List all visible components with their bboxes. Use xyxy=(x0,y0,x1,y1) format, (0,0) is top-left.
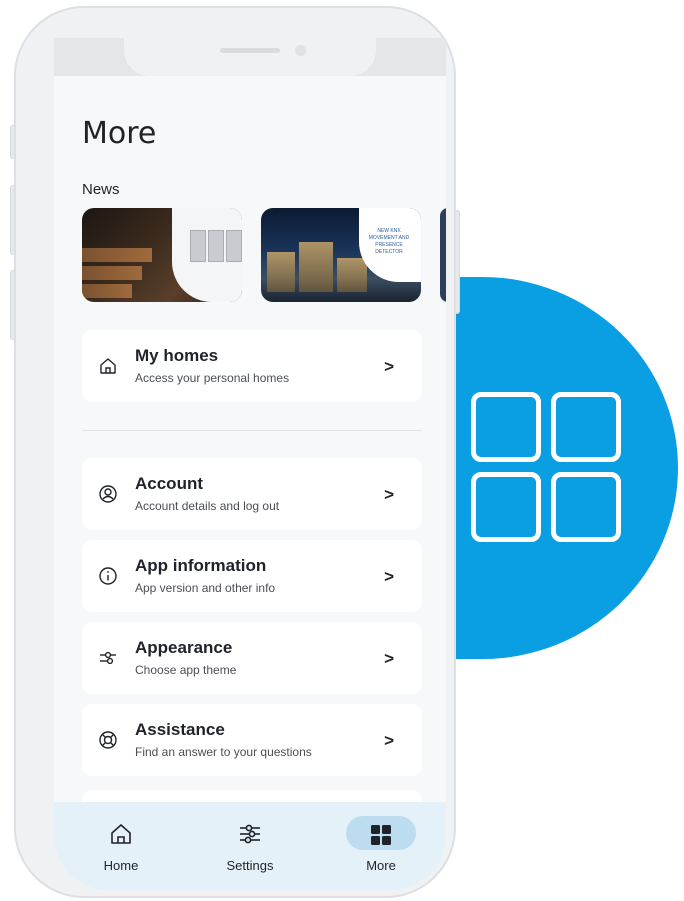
chevron-right-icon: > xyxy=(384,649,394,668)
menu-title: App information xyxy=(135,556,267,575)
nav-settings-label: Settings xyxy=(226,858,274,873)
chevron-right-icon: > xyxy=(384,567,394,586)
menu-item-app-information[interactable]: App information App version and other in… xyxy=(82,540,422,612)
divider xyxy=(82,430,422,431)
nav-more-label: More xyxy=(366,858,396,873)
chevron-right-icon: > xyxy=(384,485,394,504)
menu-title: My homes xyxy=(135,346,219,365)
news-label: News xyxy=(82,181,120,198)
nav-more[interactable]: More xyxy=(326,802,436,890)
nav-home[interactable]: Home xyxy=(66,802,176,890)
grid-icon xyxy=(371,825,391,845)
grid-large-icon xyxy=(471,392,623,544)
menu-title: Assistance xyxy=(135,720,225,739)
home-icon xyxy=(111,824,131,844)
app-screen: More News NEW KNX MOVEMENT AND PRESENCE … xyxy=(54,38,446,890)
phone-frame: More News NEW KNX MOVEMENT AND PRESENCE … xyxy=(14,6,456,898)
nav-settings[interactable]: Settings xyxy=(195,802,305,890)
bottom-nav: Home Settings More xyxy=(54,802,446,890)
menu-item-account[interactable]: Account Account details and log out > xyxy=(82,458,422,530)
info-icon xyxy=(99,567,117,585)
menu-title: Appearance xyxy=(135,638,233,657)
camera xyxy=(295,45,306,56)
menu-subtitle: App version and other info xyxy=(135,581,276,595)
notch xyxy=(124,38,376,76)
lifebuoy-icon xyxy=(99,731,117,749)
menu-subtitle: Account details and log out xyxy=(135,499,280,513)
chevron-right-icon: > xyxy=(384,731,394,750)
chevron-right-icon: > xyxy=(384,357,394,376)
status-bar xyxy=(54,38,446,76)
menu-subtitle: Access your personal homes xyxy=(135,371,290,385)
sliders-icon xyxy=(100,651,116,665)
menu-item-my-homes[interactable]: My homes Access your personal homes > xyxy=(82,330,422,402)
news-card-partial[interactable] xyxy=(440,208,446,302)
nav-home-label: Home xyxy=(103,858,139,873)
menu-subtitle: Find an answer to your questions xyxy=(135,745,312,759)
menu-item-appearance[interactable]: Appearance Choose app theme > xyxy=(82,622,422,694)
news-card-lighting[interactable] xyxy=(82,208,242,302)
news-card-knx[interactable]: NEW KNX MOVEMENT AND PRESENCE DETECTOR xyxy=(261,208,421,302)
news-card-caption: NEW KNX MOVEMENT AND PRESENCE DETECTOR xyxy=(368,228,410,255)
page-title: More xyxy=(82,116,157,151)
menu-item-assistance[interactable]: Assistance Find an answer to your questi… xyxy=(82,704,422,776)
user-circle-icon xyxy=(99,485,117,503)
speaker xyxy=(220,48,280,53)
sliders-icon xyxy=(240,824,260,844)
home-icon xyxy=(100,358,116,374)
menu-title: Account xyxy=(135,474,203,493)
menu-subtitle: Choose app theme xyxy=(135,663,237,677)
